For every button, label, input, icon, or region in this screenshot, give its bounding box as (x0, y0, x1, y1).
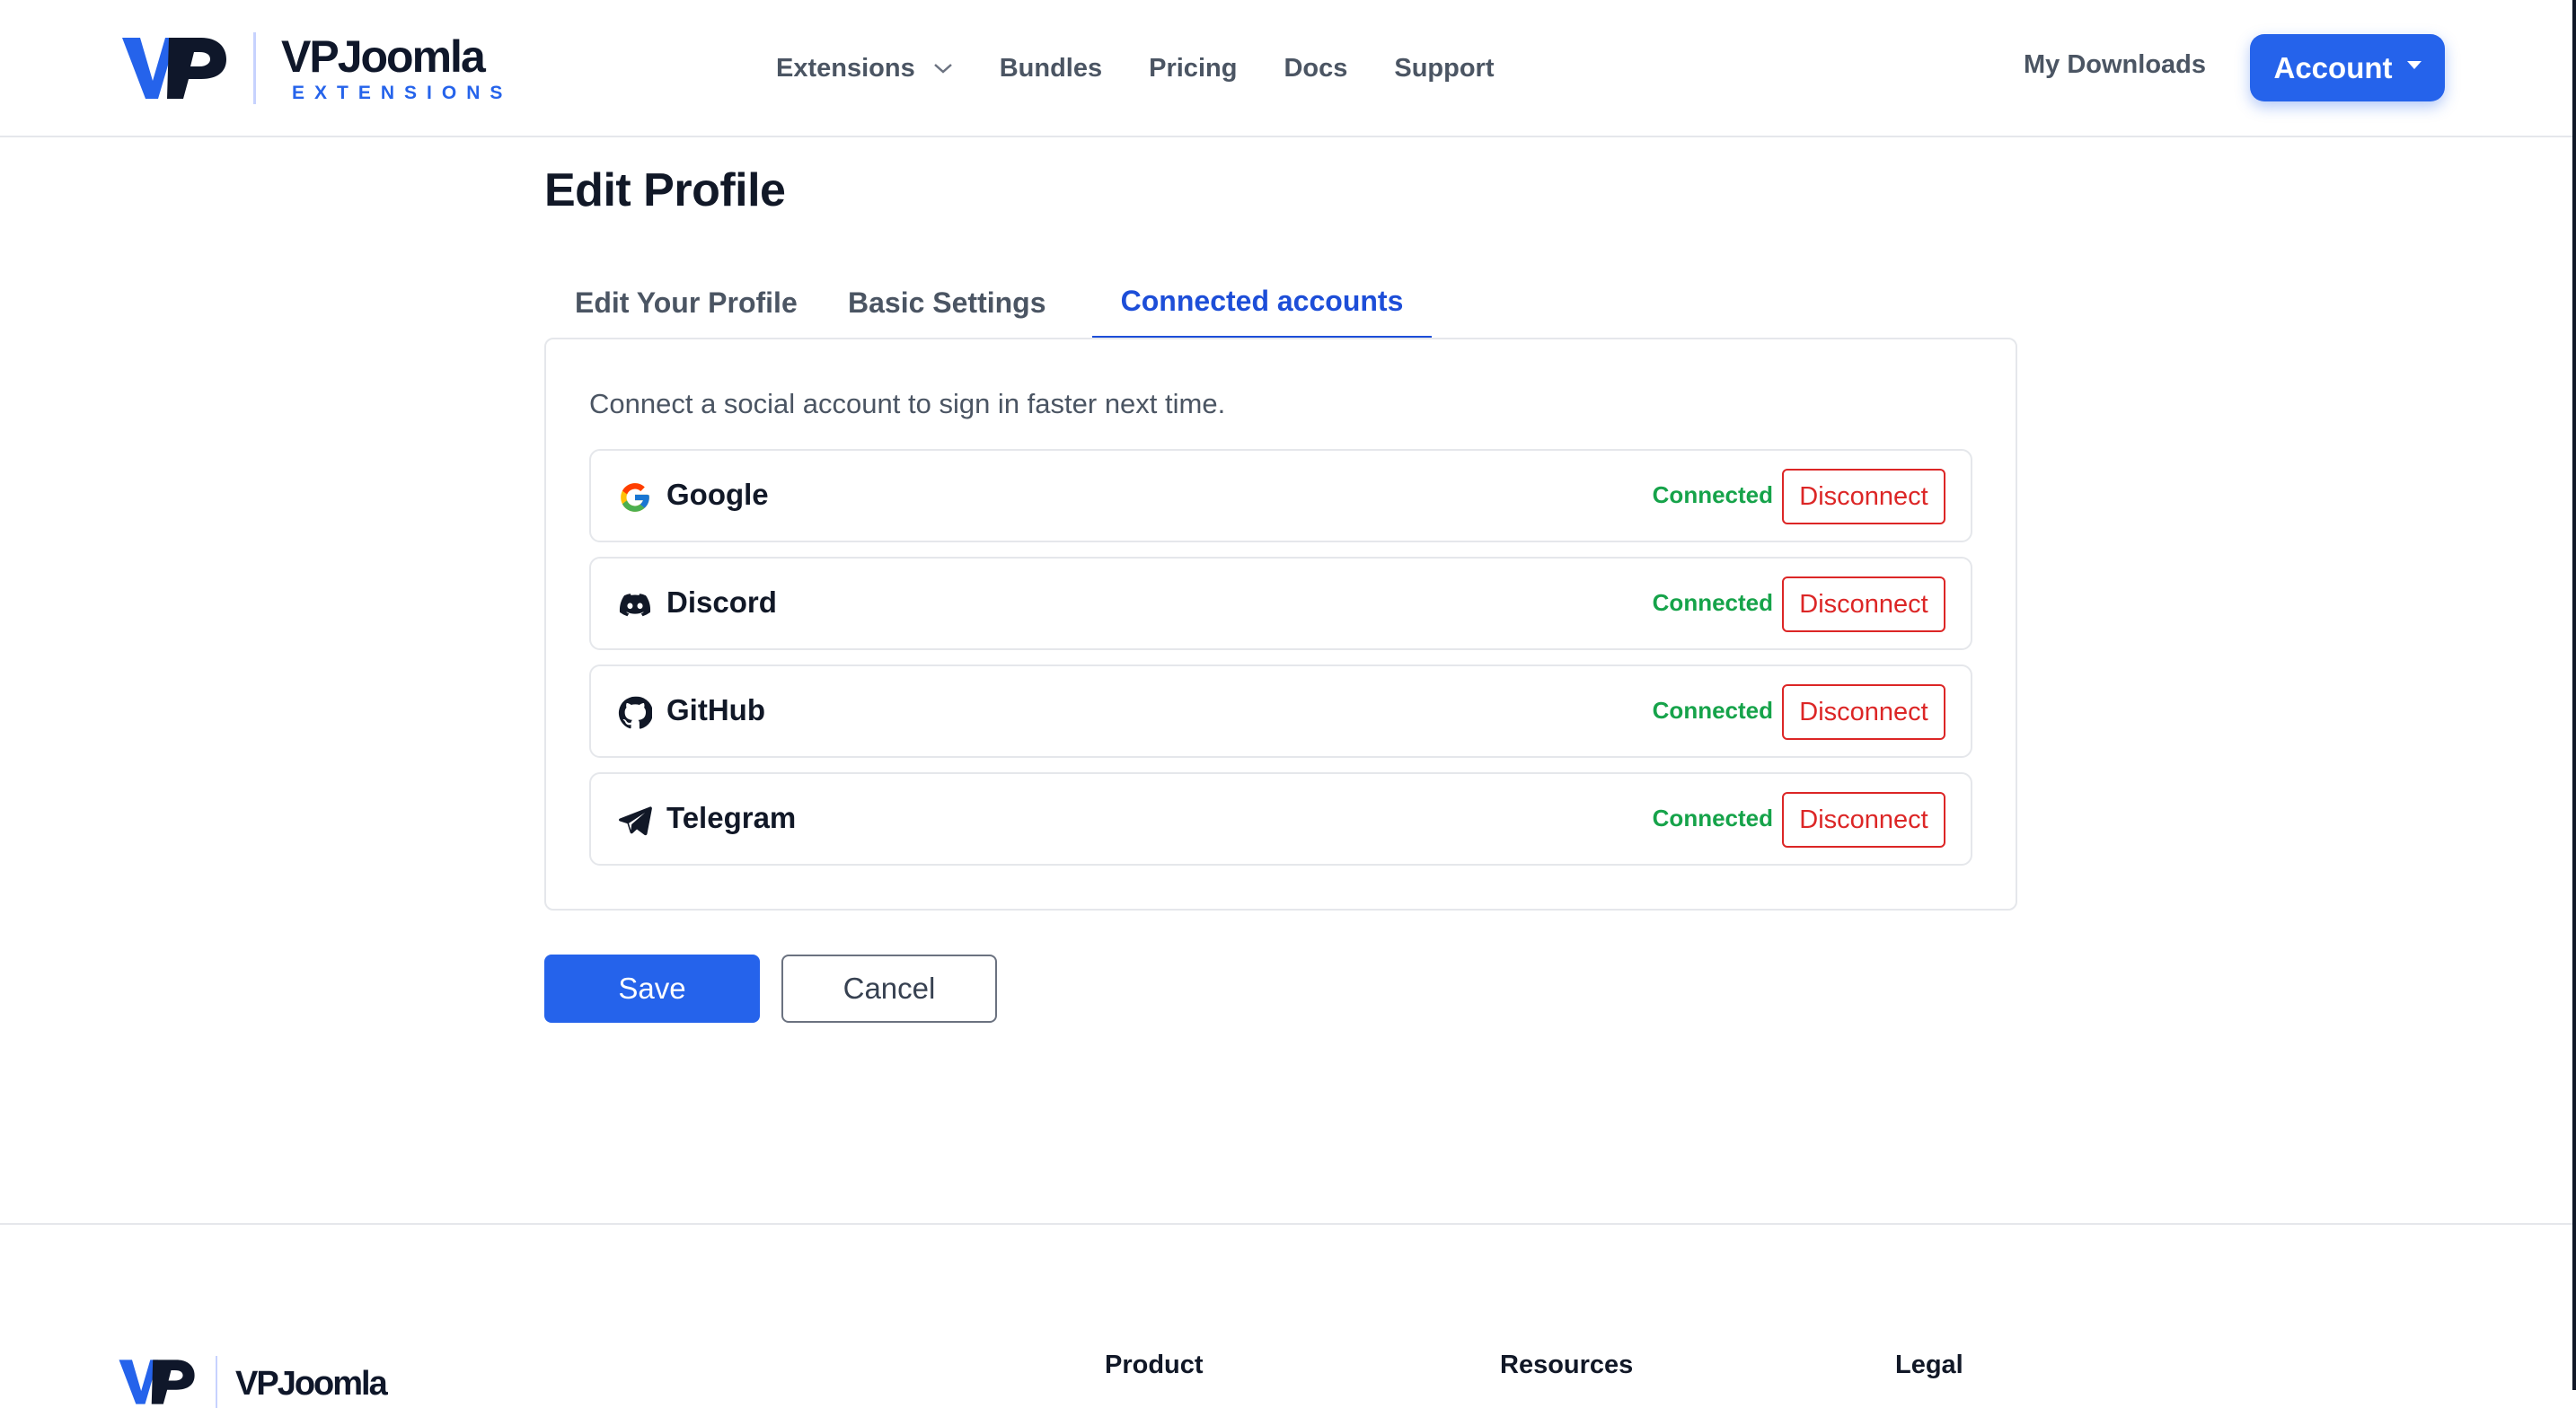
status-badge: Connected (1652, 805, 1773, 832)
logo-text: VPJoomla EXTENSIONS (281, 34, 512, 102)
site-footer: VPJoomla Product Resources Legal (0, 1223, 2576, 1408)
footer-logo[interactable]: VPJoomla (119, 1356, 388, 1408)
disconnect-telegram-button[interactable]: Disconnect (1782, 792, 1945, 848)
account-row-discord: Discord Connected Disconnect (589, 557, 1972, 650)
site-header: VPJoomla EXTENSIONS Extensions Bundles P… (0, 0, 2576, 137)
brand-tagline: EXTENSIONS (292, 83, 513, 103)
disconnect-google-button[interactable]: Disconnect (1782, 469, 1945, 524)
footer-heading-resources: Resources (1500, 1351, 1634, 1379)
my-downloads-link[interactable]: My Downloads (2024, 50, 2206, 80)
account-name: Discord (666, 585, 777, 619)
telegram-icon (618, 804, 652, 838)
window-edge (2572, 0, 2576, 1390)
save-button[interactable]: Save (544, 955, 760, 1023)
google-icon (618, 480, 652, 515)
nav-docs[interactable]: Docs (1284, 54, 1347, 84)
status-badge: Connected (1652, 697, 1773, 724)
account-row-telegram: Telegram Connected Disconnect (589, 772, 1972, 866)
account-name: Google (666, 478, 769, 511)
connected-accounts-panel: Connect a social account to sign in fast… (544, 338, 2017, 911)
nav-pricing[interactable]: Pricing (1149, 54, 1237, 84)
nav-support[interactable]: Support (1394, 54, 1494, 84)
profile-tabs: Edit Your Profile Basic Settings Connect… (544, 266, 2017, 339)
status-badge: Connected (1652, 589, 1773, 616)
caret-down-icon (2406, 61, 2422, 69)
page-title: Edit Profile (544, 164, 786, 216)
footer-heading-product: Product (1105, 1351, 1204, 1379)
vp-logo-icon (119, 1360, 195, 1404)
account-button[interactable]: Account (2250, 34, 2445, 101)
disconnect-github-button[interactable]: Disconnect (1782, 684, 1945, 740)
tab-connected-accounts-label: Connected accounts (1120, 284, 1404, 317)
panel-description: Connect a social account to sign in fast… (589, 388, 1226, 419)
cancel-button[interactable]: Cancel (781, 955, 997, 1023)
tab-basic-settings-label: Basic Settings (848, 286, 1046, 319)
tab-connected-accounts[interactable]: Connected accounts (1092, 266, 1432, 339)
status-badge: Connected (1652, 481, 1773, 508)
tab-edit-your-profile[interactable]: Edit Your Profile (544, 266, 798, 339)
nav-extensions-label: Extensions (776, 53, 915, 83)
footer-brand-name: VPJoomla (235, 1365, 388, 1403)
disconnect-discord-button[interactable]: Disconnect (1782, 576, 1945, 632)
main-nav: Extensions Bundles Pricing Docs Support (776, 47, 1541, 90)
nav-extensions[interactable]: Extensions (776, 54, 953, 84)
account-name: GitHub (666, 693, 765, 726)
account-name: Telegram (666, 801, 797, 834)
logo-divider (253, 32, 256, 104)
github-icon (618, 696, 652, 730)
footer-heading-legal: Legal (1895, 1351, 1963, 1379)
tab-edit-your-profile-label: Edit Your Profile (575, 286, 798, 319)
brand-name: VPJoomla (281, 31, 486, 82)
nav-bundles[interactable]: Bundles (1000, 54, 1102, 84)
account-row-github: GitHub Connected Disconnect (589, 664, 1972, 758)
discord-icon (618, 588, 652, 622)
brand-logo[interactable]: VPJoomla EXTENSIONS (122, 32, 512, 104)
account-button-label: Account (2273, 50, 2393, 84)
account-row-google: Google Connected Disconnect (589, 449, 1972, 542)
chevron-down-icon (933, 64, 952, 74)
logo-divider (216, 1356, 217, 1408)
vp-logo-icon (122, 38, 226, 99)
